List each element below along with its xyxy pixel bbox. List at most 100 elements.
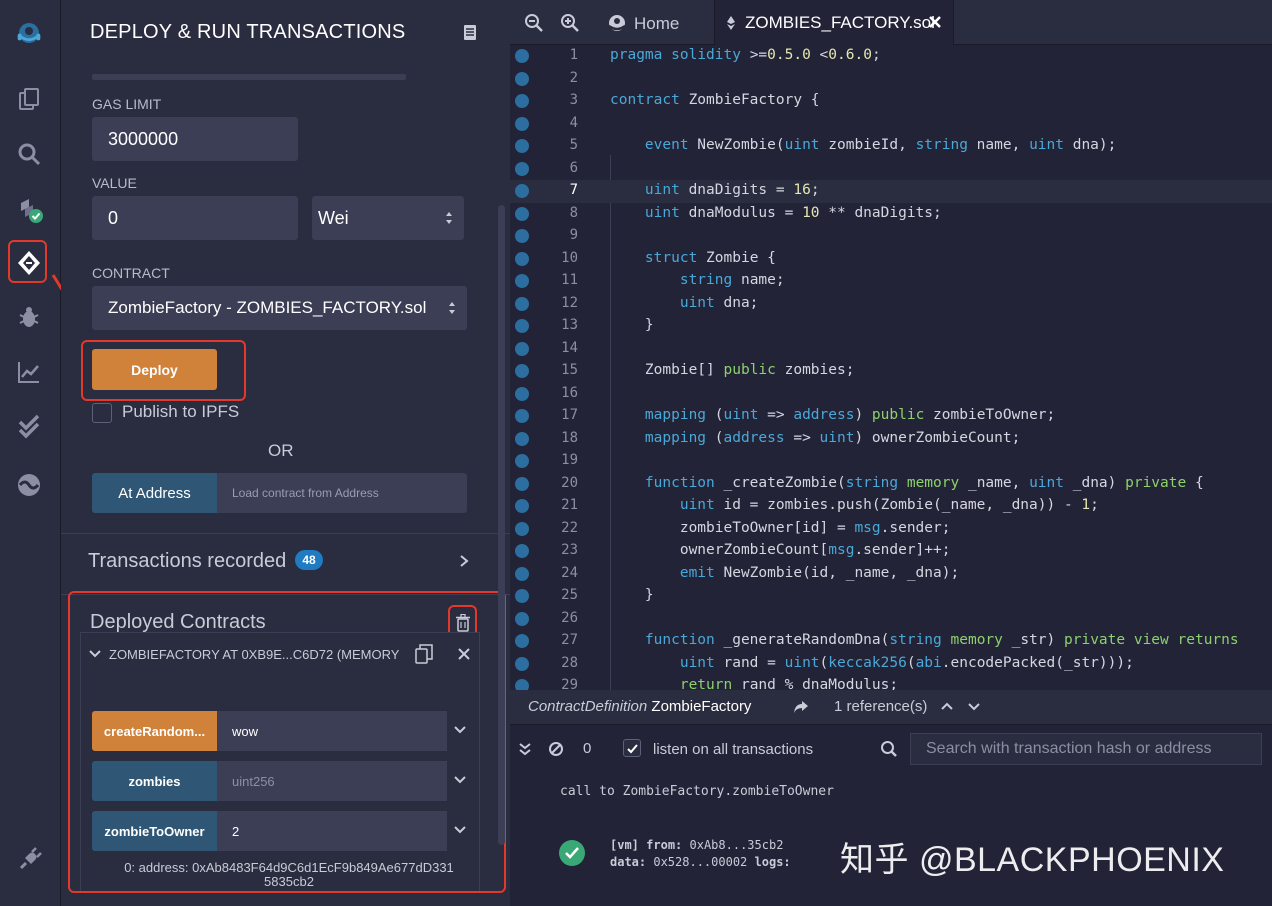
- tab-home[interactable]: Home: [604, 0, 714, 45]
- code-line[interactable]: 7 uint dnaDigits = 16;: [510, 180, 1272, 203]
- code-text: uint id = zombies.push(Zombie(_name, _dn…: [679, 497, 1099, 513]
- plugin-manager-icon[interactable]: [12, 843, 46, 877]
- breakpoint-marker-icon[interactable]: [515, 319, 529, 333]
- at-address-input[interactable]: Load contract from Address: [217, 473, 467, 513]
- breakpoint-marker-icon[interactable]: [515, 566, 529, 581]
- breakpoint-marker-icon[interactable]: [515, 139, 529, 153]
- terminal-tx-line1[interactable]: [vm] from: 0xAb8...35cb2: [610, 838, 783, 852]
- code-line[interactable]: 9: [510, 225, 1272, 248]
- breakpoint-marker-icon[interactable]: [515, 656, 529, 671]
- breakpoint-marker-icon[interactable]: [515, 206, 529, 221]
- breakpoint-marker-icon[interactable]: [515, 544, 529, 558]
- compiler-icon[interactable]: [12, 192, 46, 226]
- debugger-icon[interactable]: [12, 300, 46, 334]
- breakpoint-marker-icon[interactable]: [515, 161, 529, 176]
- zoom-in-icon[interactable]: [560, 13, 580, 33]
- tab-file-label: ZOMBIES_FACTORY.sol: [745, 13, 935, 32]
- zoom-out-icon[interactable]: [524, 13, 544, 33]
- code-line[interactable]: 21 uint id = zombies.push(Zombie(_name, …: [510, 495, 1272, 518]
- code-line[interactable]: 26: [510, 608, 1272, 631]
- file-explorer-icon[interactable]: [12, 82, 46, 116]
- breakpoint-marker-icon[interactable]: [515, 634, 529, 648]
- breakpoint-marker-icon[interactable]: [515, 521, 529, 536]
- code-line[interactable]: 24 emit NewZombie(id, _name, _dna);: [510, 563, 1272, 586]
- code-line[interactable]: 15 Zombie[] public zombies;: [510, 360, 1272, 383]
- chevron-right-icon[interactable]: [459, 554, 469, 568]
- listen-checkbox[interactable]: [623, 739, 641, 757]
- transactions-recorded-label[interactable]: Transactions recorded: [88, 550, 286, 573]
- breakpoint-marker-icon[interactable]: [515, 49, 529, 63]
- sourcify-icon[interactable]: [12, 468, 46, 502]
- breakpoint-marker-icon[interactable]: [515, 296, 529, 311]
- breakpoint-marker-icon[interactable]: [515, 679, 529, 690]
- breakpoint-marker-icon[interactable]: [515, 184, 529, 198]
- code-line[interactable]: 18 mapping (address => uint) ownerZombie…: [510, 428, 1272, 451]
- breakpoint-marker-icon[interactable]: [515, 454, 529, 468]
- double-chevron-down-icon[interactable]: [518, 742, 532, 756]
- code-line[interactable]: 5 event NewZombie(uint zombieId, string …: [510, 135, 1272, 158]
- search-icon[interactable]: [12, 137, 46, 171]
- code-line[interactable]: 23 ownerZombieCount[msg.sender]++;: [510, 540, 1272, 563]
- code-line[interactable]: 10 struct Zombie {: [510, 248, 1272, 271]
- terminal-tx-line2[interactable]: data: 0x528...00002 logs:: [610, 855, 791, 869]
- code-editor[interactable]: 1 pragma solidity >=0.5.0 <0.6.0; 2 3 contra…: [510, 45, 1272, 690]
- breakpoint-marker-icon[interactable]: [515, 589, 529, 603]
- value-unit-select[interactable]: Wei: [312, 196, 464, 240]
- breakpoint-marker-icon[interactable]: [515, 251, 529, 266]
- terminal-search-input[interactable]: Search with transaction hash or address: [910, 733, 1262, 765]
- close-icon[interactable]: [928, 15, 942, 29]
- code-line[interactable]: 3 contract ZombieFactory {: [510, 90, 1272, 113]
- success-icon[interactable]: [559, 840, 585, 866]
- code-line[interactable]: 14: [510, 338, 1272, 361]
- code-line[interactable]: 19: [510, 450, 1272, 473]
- clear-icon[interactable]: [548, 741, 564, 757]
- documentation-icon[interactable]: [463, 24, 477, 41]
- chevron-up-icon[interactable]: [940, 701, 954, 711]
- breakpoint-marker-icon[interactable]: [515, 409, 529, 423]
- share-icon[interactable]: [793, 700, 809, 714]
- at-address-button[interactable]: At Address: [92, 473, 217, 513]
- breakpoint-marker-icon[interactable]: [515, 611, 529, 626]
- value-input[interactable]: 0: [92, 196, 298, 240]
- breakpoint-marker-icon[interactable]: [515, 364, 529, 378]
- code-line[interactable]: 1 pragma solidity >=0.5.0 <0.6.0;: [510, 45, 1272, 68]
- line-number: 18: [561, 429, 578, 446]
- breakpoint-marker-icon[interactable]: [515, 94, 529, 108]
- breakpoint-marker-icon[interactable]: [515, 341, 529, 356]
- code-line[interactable]: 16: [510, 383, 1272, 406]
- code-line[interactable]: 12 uint dna;: [510, 293, 1272, 316]
- breakpoint-marker-icon[interactable]: [515, 229, 529, 243]
- code-line[interactable]: 4: [510, 113, 1272, 136]
- tab-zombies-factory[interactable]: ZOMBIES_FACTORY.sol: [714, 0, 954, 45]
- account-field[interactable]: [92, 74, 406, 80]
- code-line[interactable]: 22 zombieToOwner[id] = msg.sender;: [510, 518, 1272, 541]
- code-line[interactable]: 17 mapping (uint => address) public zomb…: [510, 405, 1272, 428]
- code-line[interactable]: 25 }: [510, 585, 1272, 608]
- line-number: 1: [569, 47, 578, 63]
- code-line[interactable]: 28 uint rand = uint(keccak256(abi.encode…: [510, 653, 1272, 676]
- breakpoint-marker-icon[interactable]: [515, 274, 529, 288]
- code-line[interactable]: 6: [510, 158, 1272, 181]
- remix-logo-icon[interactable]: [8, 12, 50, 54]
- breakpoint-marker-icon[interactable]: [515, 386, 529, 401]
- contract-select[interactable]: ZombieFactory - ZOMBIES_FACTORY.sol: [92, 286, 467, 330]
- code-line[interactable]: 27 function _generateRandomDna(string me…: [510, 630, 1272, 653]
- code-line[interactable]: 29 return rand % dnaModulus;: [510, 675, 1272, 690]
- breakpoint-marker-icon[interactable]: [515, 431, 529, 446]
- code-line[interactable]: 13 }: [510, 315, 1272, 338]
- code-line[interactable]: 11 string name;: [510, 270, 1272, 293]
- chevron-down-icon[interactable]: [967, 702, 981, 712]
- publish-ipfs-checkbox[interactable]: [92, 403, 112, 423]
- breakpoint-marker-icon[interactable]: [515, 71, 529, 86]
- breakpoint-marker-icon[interactable]: [515, 476, 529, 491]
- code-line[interactable]: 2: [510, 68, 1272, 91]
- code-line[interactable]: 8 uint dnaModulus = 10 ** dnaDigits;: [510, 203, 1272, 226]
- testing-icon[interactable]: [12, 410, 46, 444]
- code-line[interactable]: 20 function _createZombie(string memory …: [510, 473, 1272, 496]
- search-icon: [881, 741, 897, 757]
- panel-scrollbar[interactable]: [498, 205, 505, 845]
- breakpoint-marker-icon[interactable]: [515, 499, 529, 513]
- analytics-icon[interactable]: [12, 355, 46, 389]
- breakpoint-marker-icon[interactable]: [515, 116, 529, 131]
- gas-limit-input[interactable]: 3000000: [92, 117, 298, 161]
